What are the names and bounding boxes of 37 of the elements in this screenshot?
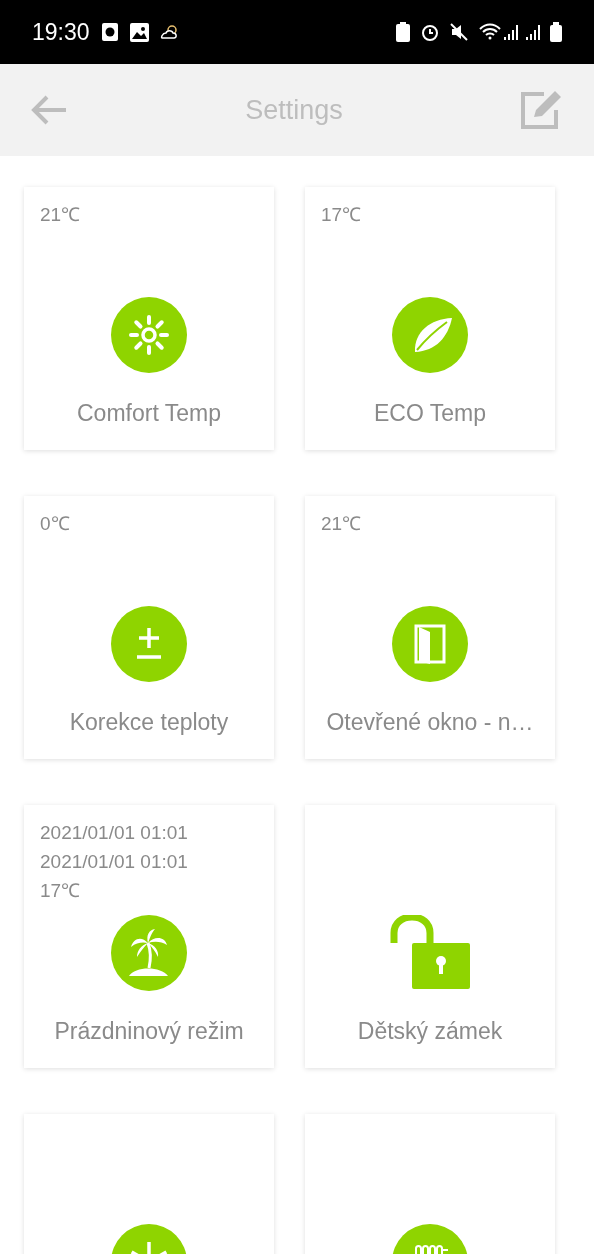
- door-icon: [392, 606, 468, 682]
- setting-label: Prázdninový režim: [54, 1017, 244, 1045]
- setting-label: Korekce teploty: [69, 708, 229, 736]
- image-icon: [129, 22, 149, 42]
- setting-card[interactable]: 0℃ Korekce teploty: [24, 496, 274, 759]
- back-arrow-icon[interactable]: [30, 94, 68, 126]
- mute-icon: [450, 22, 470, 42]
- setting-value: 21℃: [321, 512, 363, 536]
- setting-value: 2021/01/01 01:01: [40, 850, 189, 874]
- open-lock-icon: [390, 915, 470, 991]
- battery-icon: [550, 22, 562, 42]
- wifi-icon: [478, 22, 502, 42]
- setting-label: Dětský zámek: [357, 1017, 503, 1045]
- sun-icon: [111, 297, 187, 373]
- setting-card[interactable]: 17℃ ECO Temp: [305, 187, 555, 450]
- setting-value: 17℃: [40, 879, 82, 903]
- alarm-icon: [420, 22, 440, 42]
- setting-card[interactable]: 21℃ Comfort Temp: [24, 187, 274, 450]
- palm-tree-icon: [111, 915, 187, 991]
- setting-card[interactable]: 2021/01/01 01:01 2021/01/01 01:01 17℃ Prázdninový režim: [24, 805, 274, 1068]
- setting-value: 21℃: [40, 203, 82, 227]
- setting-value: 0℃: [40, 512, 71, 536]
- setting-card[interactable]: 21℃ Otevřené okno - n…: [305, 496, 555, 759]
- signal-icon: [504, 22, 520, 42]
- battery-saver-icon: [396, 22, 410, 42]
- setting-value: 17℃: [321, 203, 363, 227]
- weather-icon: [158, 24, 179, 40]
- setting-label: ECO Temp: [373, 399, 487, 427]
- setting-label: Comfort Temp: [77, 399, 221, 427]
- setting-card[interactable]: Dětský zámek: [305, 805, 555, 1068]
- clock-time: 19:30: [32, 17, 90, 47]
- signal-icon: [526, 22, 542, 42]
- plus-minus-icon: [111, 606, 187, 682]
- setting-label: Otevřené okno - n…: [326, 708, 534, 736]
- edit-icon[interactable]: [520, 90, 564, 130]
- setting-value: 2021/01/01 01:01: [40, 821, 189, 845]
- leaf-icon: [392, 297, 468, 373]
